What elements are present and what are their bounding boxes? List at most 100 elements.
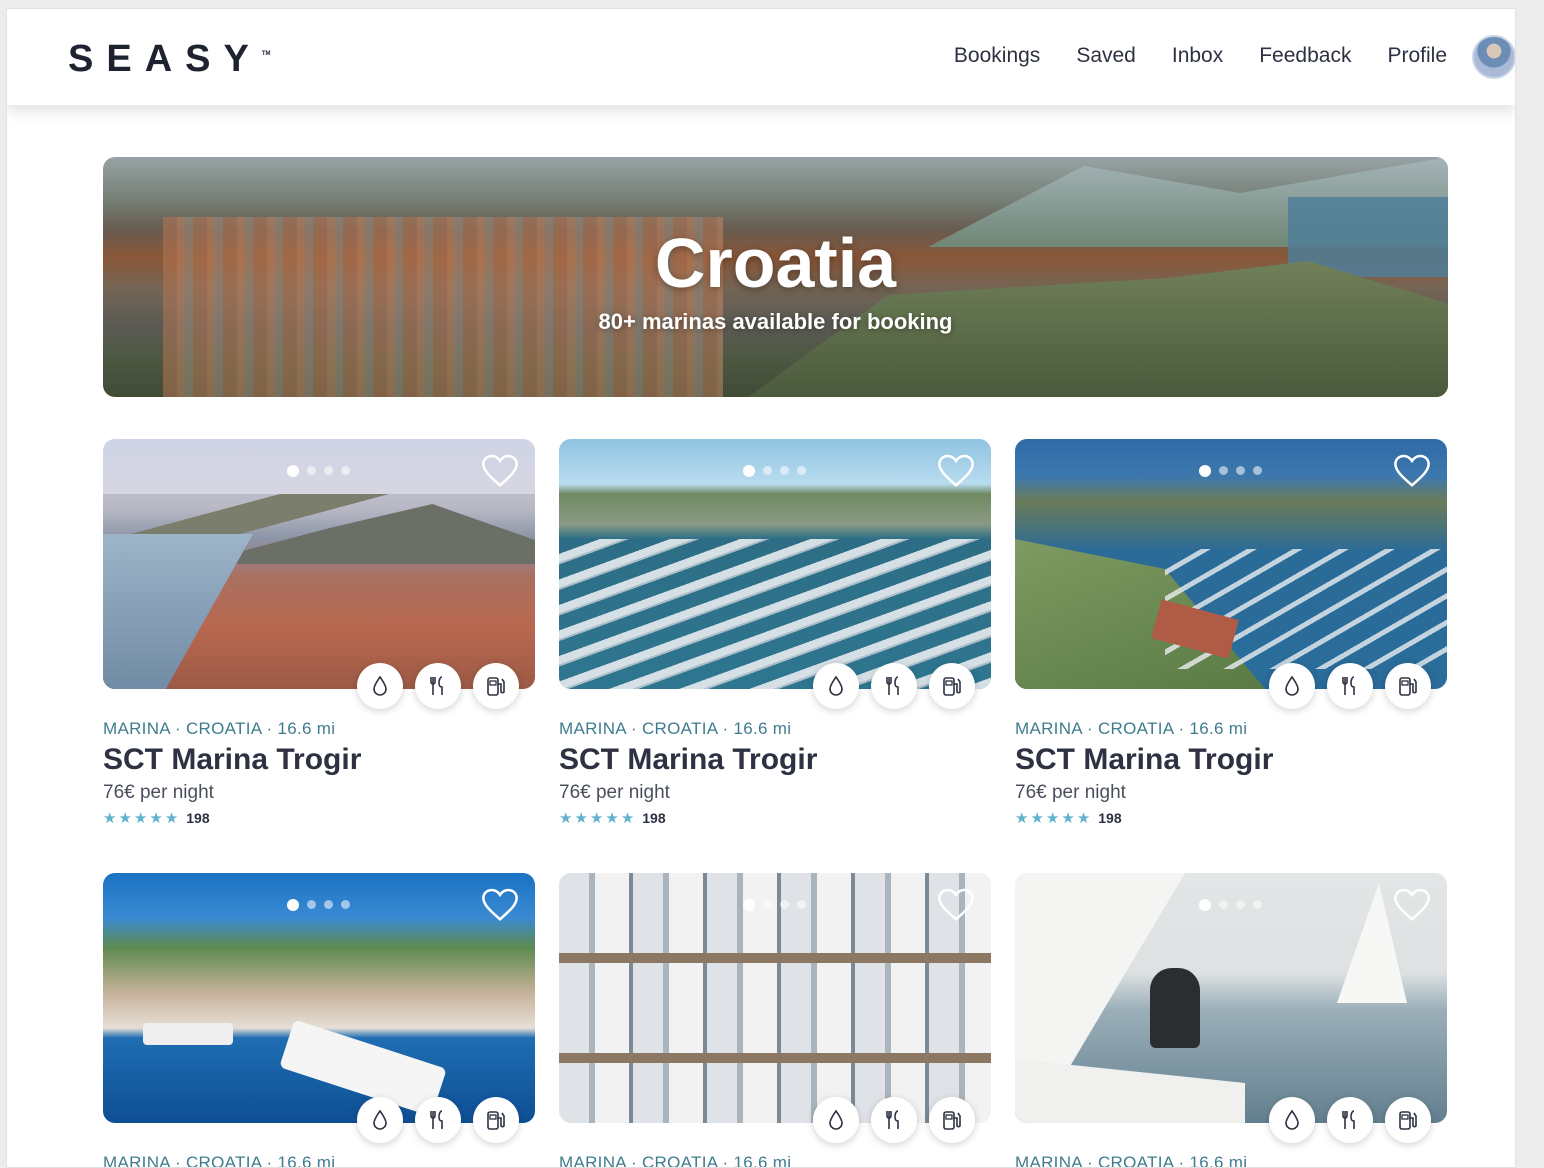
nav-bookings[interactable]: Bookings <box>954 44 1040 68</box>
restaurant-icon <box>1327 663 1373 709</box>
carousel-dots[interactable] <box>287 465 350 477</box>
amenity-badges <box>357 663 519 709</box>
carousel-dot[interactable] <box>763 466 772 475</box>
fuel-icon <box>473 1097 519 1143</box>
marina-photo[interactable] <box>1015 873 1447 1123</box>
star-icon: ★ <box>1045 809 1060 827</box>
marina-photo[interactable] <box>103 873 535 1123</box>
marina-card[interactable]: MARINA · CROATIA · 16.6 mi SCT Marina Tr… <box>559 439 991 826</box>
main-nav: Bookings Saved Inbox Feedback Profile <box>954 44 1447 68</box>
carousel-dot[interactable] <box>1253 466 1262 475</box>
carousel-dot[interactable] <box>743 465 755 477</box>
amenity-badges <box>813 1097 975 1143</box>
carousel-dot[interactable] <box>1253 900 1262 909</box>
star-icon: ★ <box>118 809 132 827</box>
app-frame: SEASYTM Bookings Saved Inbox Feedback Pr… <box>6 8 1516 1168</box>
photo-water <box>103 534 253 689</box>
water-icon <box>357 663 403 709</box>
amenity-badges <box>813 663 975 709</box>
carousel-dot[interactable] <box>1219 900 1228 909</box>
star-icon: ★ <box>1015 809 1029 827</box>
card-title[interactable]: SCT Marina Trogir <box>103 743 535 777</box>
marina-card[interactable]: MARINA · CROATIA · 16.6 mi <box>559 873 991 1167</box>
fuel-icon <box>929 1097 975 1143</box>
carousel-dot[interactable] <box>1236 900 1245 909</box>
carousel-dots[interactable] <box>287 899 350 911</box>
water-icon <box>1269 663 1315 709</box>
star-icon: ★ <box>133 809 148 827</box>
star-icon: ★ <box>1076 809 1091 827</box>
carousel-dot[interactable] <box>1236 466 1245 475</box>
marina-card[interactable]: MARINA · CROATIA · 16.6 mi SCT Marina Tr… <box>1015 439 1447 826</box>
star-icon: ★ <box>559 809 573 827</box>
carousel-dot[interactable] <box>743 899 755 911</box>
carousel-dots[interactable] <box>743 899 806 911</box>
heart-icon[interactable] <box>481 453 519 489</box>
nav-inbox[interactable]: Inbox <box>1172 44 1223 68</box>
photo-pier <box>559 1053 991 1063</box>
marina-photo[interactable] <box>559 439 991 689</box>
heart-icon[interactable] <box>937 453 975 489</box>
carousel-dot[interactable] <box>324 466 333 475</box>
seasy-logo[interactable]: SEASYTM <box>68 38 271 81</box>
marina-photo[interactable] <box>1015 439 1447 689</box>
carousel-dot[interactable] <box>1199 899 1211 911</box>
amenity-badges <box>1269 663 1431 709</box>
carousel-dots[interactable] <box>1199 899 1262 911</box>
star-icon: ★ <box>620 809 635 827</box>
water-icon <box>1269 1097 1315 1143</box>
card-price: 76€ per night <box>1015 782 1126 803</box>
water-icon <box>357 1097 403 1143</box>
photo-sailor <box>1150 968 1200 1048</box>
star-icon: ★ <box>1030 809 1044 827</box>
card-title[interactable]: SCT Marina Trogir <box>559 743 991 777</box>
card-meta: MARINA · CROATIA · 16.6 mi <box>1015 719 1248 738</box>
star-icon: ★ <box>605 809 619 827</box>
carousel-dot[interactable] <box>763 900 772 909</box>
star-icon: ★ <box>164 809 179 827</box>
heart-icon[interactable] <box>1393 453 1431 489</box>
hero-banner: Croatia 80+ marinas available for bookin… <box>103 157 1448 397</box>
top-navigation-bar: SEASYTM Bookings Saved Inbox Feedback Pr… <box>7 9 1515 105</box>
carousel-dot[interactable] <box>324 900 333 909</box>
card-title[interactable]: SCT Marina Trogir <box>1015 743 1447 777</box>
nav-profile[interactable]: Profile <box>1387 44 1447 68</box>
heart-icon[interactable] <box>937 887 975 923</box>
fuel-icon <box>473 663 519 709</box>
carousel-dot[interactable] <box>797 466 806 475</box>
photo-yacht <box>143 1023 233 1045</box>
carousel-dot[interactable] <box>287 465 299 477</box>
marina-photo[interactable] <box>559 873 991 1123</box>
carousel-dot[interactable] <box>780 900 789 909</box>
nav-saved[interactable]: Saved <box>1076 44 1136 68</box>
carousel-dots[interactable] <box>1199 465 1262 477</box>
carousel-dot[interactable] <box>780 466 789 475</box>
carousel-dot[interactable] <box>307 900 316 909</box>
marina-card[interactable]: MARINA · CROATIA · 16.6 mi SCT Marina Tr… <box>103 439 535 826</box>
hero-title: Croatia <box>654 224 897 302</box>
hero-subtitle: 80+ marinas available for booking <box>598 309 953 334</box>
carousel-dot[interactable] <box>287 899 299 911</box>
marina-card[interactable]: MARINA · CROATIA · 16.6 mi <box>1015 873 1447 1167</box>
rating: ★ ★ ★ ★ ★ 198 <box>1015 810 1447 826</box>
card-price: 76€ per night <box>103 782 214 803</box>
carousel-dot[interactable] <box>1199 465 1211 477</box>
review-count: 198 <box>642 810 666 826</box>
review-count: 198 <box>1098 810 1122 826</box>
star-icon: ★ <box>103 809 117 827</box>
water-icon <box>813 1097 859 1143</box>
restaurant-icon <box>415 1097 461 1143</box>
carousel-dot[interactable] <box>341 466 350 475</box>
marina-photo[interactable] <box>103 439 535 689</box>
carousel-dot[interactable] <box>1219 466 1228 475</box>
nav-feedback[interactable]: Feedback <box>1259 44 1351 68</box>
heart-icon[interactable] <box>481 887 519 923</box>
carousel-dot[interactable] <box>307 466 316 475</box>
star-icon: ★ <box>574 809 588 827</box>
carousel-dot[interactable] <box>797 900 806 909</box>
user-avatar[interactable] <box>1472 35 1515 79</box>
heart-icon[interactable] <box>1393 887 1431 923</box>
carousel-dot[interactable] <box>341 900 350 909</box>
marina-card[interactable]: MARINA · CROATIA · 16.6 mi <box>103 873 535 1167</box>
carousel-dots[interactable] <box>743 465 806 477</box>
